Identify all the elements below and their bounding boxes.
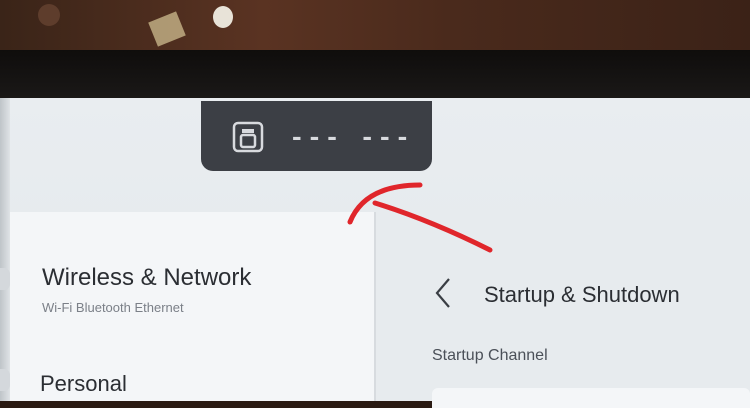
red-arrow-annotation: [347, 182, 493, 253]
sidebar-handle: [0, 268, 10, 290]
tv-bezel: [0, 50, 750, 98]
wall-background: [0, 0, 750, 50]
sidebar-item-label: Personal: [40, 371, 127, 396]
screen-cast-icon: [232, 121, 264, 153]
sidebar-handle: [0, 369, 10, 391]
sidebar-item-subtitle: Wi-Fi Bluetooth Ethernet: [42, 300, 184, 315]
status-text: --- ---: [289, 123, 413, 153]
status-pill[interactable]: --- ---: [201, 101, 432, 171]
wall-knob: [213, 6, 233, 28]
startup-channel-field[interactable]: [432, 388, 750, 408]
chevron-left-icon[interactable]: [432, 275, 456, 311]
page-title: Startup & Shutdown: [484, 282, 680, 307]
screen-edge: [0, 98, 10, 401]
section-label: Startup Channel: [432, 347, 548, 364]
wall-knob: [38, 4, 60, 26]
sidebar-item-label: Wireless & Network: [42, 264, 252, 291]
